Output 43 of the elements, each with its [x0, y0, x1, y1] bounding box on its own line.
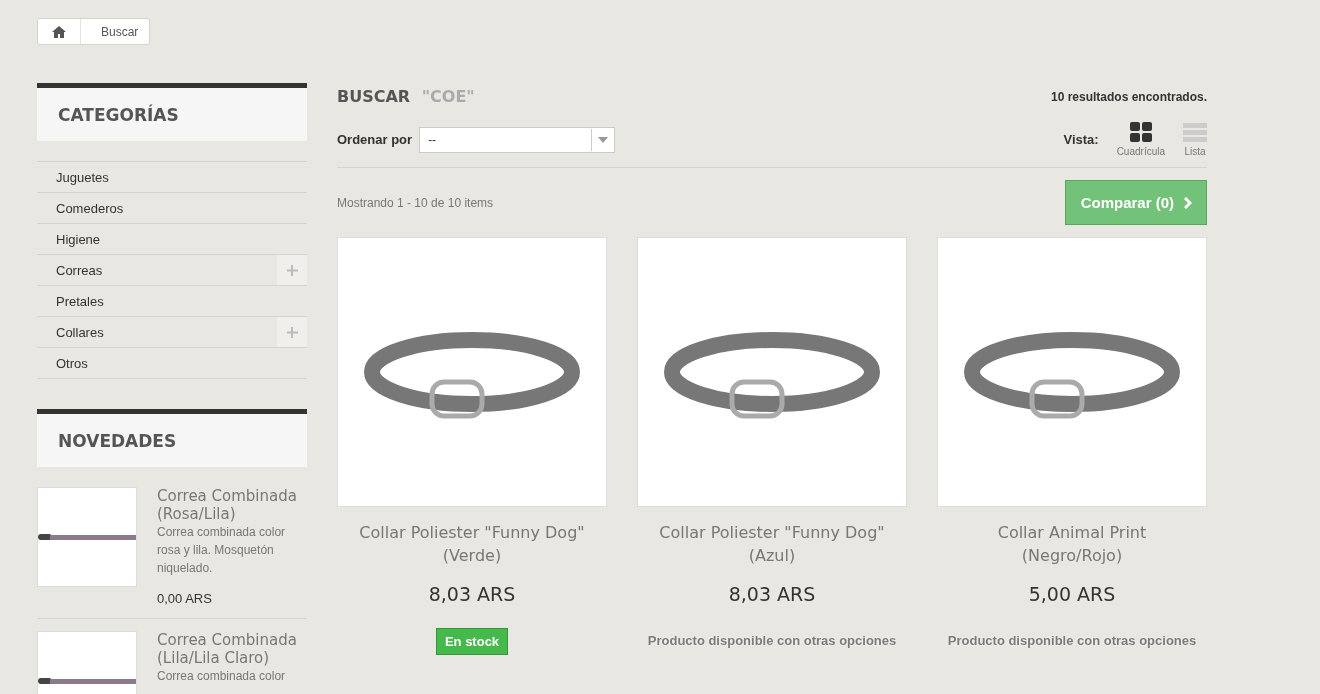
view-toggle[interactable]: Cuadrícula	[1104, 122, 1165, 157]
product-price: 8,03 ARS	[728, 583, 816, 605]
new-products-heading: NOVEDADES	[37, 409, 307, 467]
category-link[interactable]: Comederos	[56, 200, 124, 216]
availability-badge: En stock	[435, 628, 509, 655]
product-name-link[interactable]: Collar Poliester "Funny Dog" (Verde)	[352, 521, 592, 567]
breadcrumb-current: Buscar	[100, 24, 140, 39]
leash-photo[interactable]	[37, 487, 137, 587]
showing-count: Mostrando 1 - 10 de 10 items	[337, 195, 494, 210]
product-name-link[interactable]: Collar Poliester "Funny Dog" (Azul)	[652, 521, 892, 567]
category-link[interactable]: Correas	[56, 262, 103, 278]
view-toggle[interactable]: Lista	[1171, 122, 1207, 157]
grid-icon	[1129, 122, 1152, 142]
sort-dropdown[interactable]: --	[419, 126, 616, 153]
category-link[interactable]: Otros	[56, 355, 88, 371]
product-photo[interactable]	[337, 237, 607, 507]
results-count: 10 resultados encontrados.	[1050, 89, 1207, 104]
product-price: 5,00 ARS	[1028, 583, 1116, 605]
category-link[interactable]: Pretales	[56, 293, 104, 309]
sort-label: Ordenar por	[337, 132, 413, 147]
product-description: Correa combinada color	[157, 668, 287, 685]
chevron-right-icon	[1184, 196, 1192, 209]
product-description: Correa combinada color rosa y lila. Mosquetón niquelado.	[157, 524, 287, 577]
product-name-link[interactable]: Correa Combinada (Rosa/Lila)	[157, 487, 307, 523]
product-name-link[interactable]: Collar Animal Print (Negro/Rojo)	[952, 521, 1192, 567]
product-photo[interactable]	[637, 237, 907, 507]
availability-note: Producto disponible con otras opciones	[647, 633, 897, 648]
product-price: 0,00 ARS	[157, 591, 213, 606]
product-photo[interactable]	[937, 237, 1207, 507]
product-price: 8,03 ARS	[428, 583, 516, 605]
categories-heading: CATEGORÍAS	[37, 83, 307, 141]
list-icon	[1183, 122, 1207, 142]
view-label: Vista:	[1063, 132, 1099, 147]
caret-icon	[598, 136, 609, 143]
home-icon	[52, 25, 66, 38]
product-name-link[interactable]: Correa Combinada (Lila/Lila Claro)	[157, 631, 307, 667]
category-link[interactable]: Juguetes	[56, 169, 109, 185]
category-link[interactable]: Collares	[56, 324, 104, 340]
search-heading: BUSCAR "COE"	[337, 87, 475, 106]
plus-icon	[286, 264, 298, 276]
availability-note: Producto disponible con otras opciones	[947, 633, 1197, 648]
category-link[interactable]: Higiene	[56, 231, 101, 247]
plus-icon	[286, 326, 298, 338]
